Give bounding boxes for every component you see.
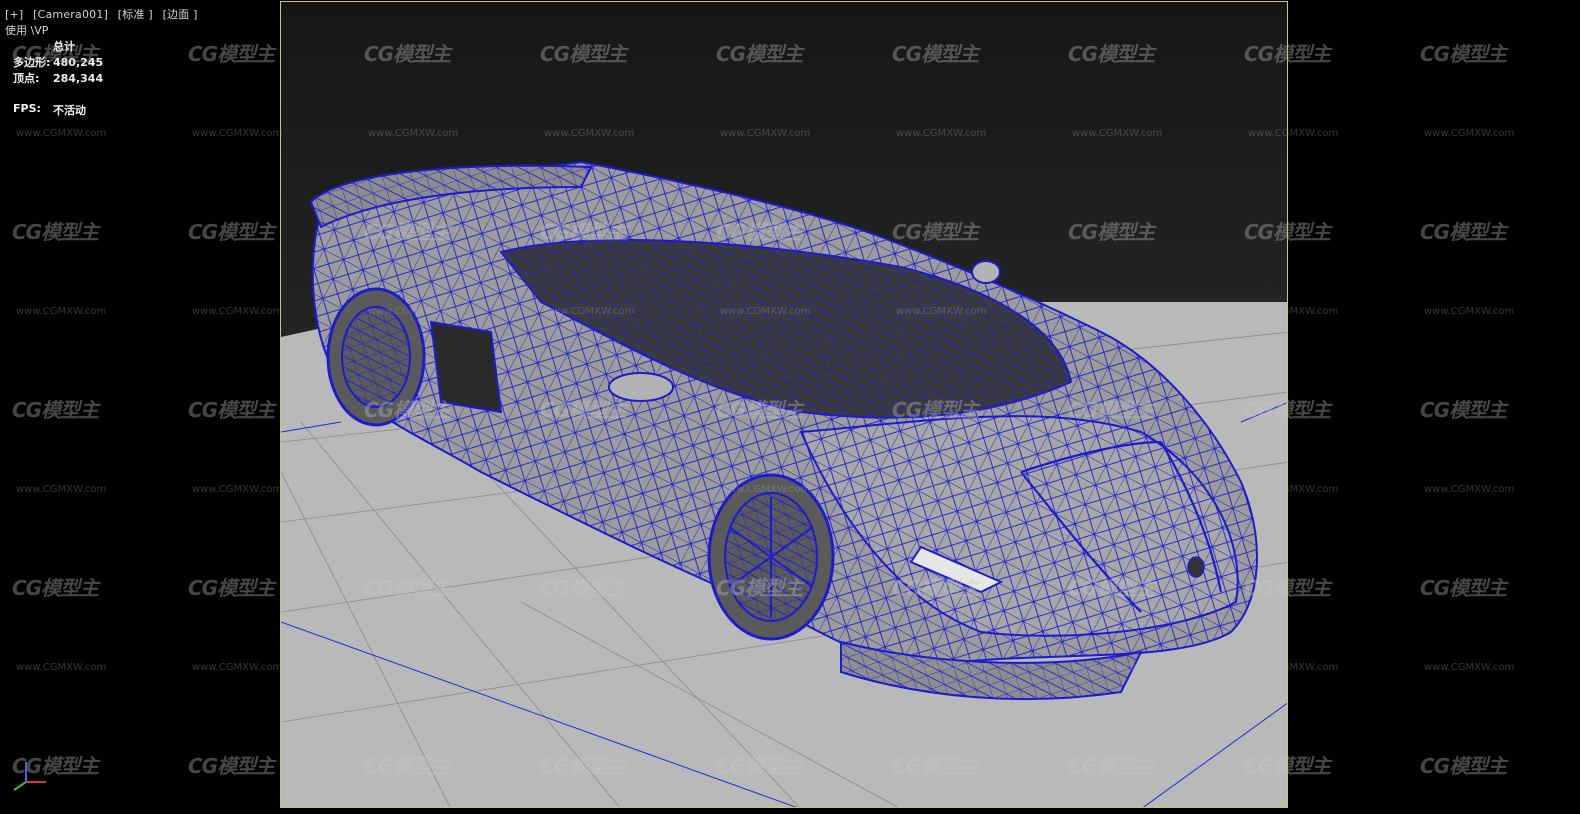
watermark-logo: CG模型主	[1420, 42, 1507, 66]
watermark-logo: CG模型主	[188, 42, 275, 66]
polys-label: 多边形:	[13, 56, 51, 69]
watermark-url: www.CGMXW.com	[16, 484, 107, 495]
watermark-url: www.CGMXW.com	[192, 306, 283, 317]
verts-value: 284,344	[53, 71, 104, 85]
watermark-url: www.CGMXW.com	[1424, 662, 1515, 673]
watermark-logo: CG模型主	[188, 754, 275, 778]
viewport-label-menu[interactable]: [+] [Camera001] [标准 ] [边面 ]	[5, 6, 204, 22]
viewport-edged-faces-menu[interactable]: [边面 ]	[163, 8, 198, 21]
watermark-url: www.CGMXW.com	[16, 662, 107, 673]
watermark-logo: CG模型主	[1420, 576, 1507, 600]
watermark-url: www.CGMXW.com	[16, 128, 107, 139]
watermark-url: www.CGMXW.com	[1424, 128, 1515, 139]
viewport-camera-menu[interactable]: [Camera001]	[33, 8, 108, 21]
verts-label: 顶点:	[13, 72, 40, 85]
viewport-general-menu[interactable]: [+]	[5, 8, 23, 21]
watermark-logo: CG模型主	[188, 576, 275, 600]
stats-header: 总计	[53, 40, 75, 53]
watermark-url: www.CGMXW.com	[192, 662, 283, 673]
polys-value: 480,245	[53, 55, 104, 69]
viewport-shading-menu[interactable]: [标准 ]	[118, 8, 153, 21]
axis-tripod-icon	[13, 762, 46, 791]
watermark-url: www.CGMXW.com	[1424, 484, 1515, 495]
nitrous-label: 使用 \VP	[5, 24, 49, 37]
watermark-url: www.CGMXW.com	[1424, 306, 1515, 317]
watermark-url: www.CGMXW.com	[16, 306, 107, 317]
watermark-logo: CG模型主	[188, 220, 275, 244]
3d-viewport[interactable]: [+] [Camera001] [标准 ] [边面 ] 使用 \VP 总计 多边…	[0, 0, 1580, 814]
fps-readout: FPS: 不活动	[13, 102, 86, 118]
fps-label: FPS:	[13, 102, 41, 115]
wireframe-car-render	[281, 2, 1287, 807]
camera-safe-frame	[280, 1, 1288, 808]
watermark-logo: CG模型主	[12, 398, 99, 422]
watermark-logo: CG模型主	[1420, 398, 1507, 422]
watermark-logo: CG模型主	[188, 398, 275, 422]
watermark-url: www.CGMXW.com	[192, 128, 283, 139]
watermark-logo: CG模型主	[12, 576, 99, 600]
statistics-panel: 总计 多边形: 480,245 顶点: 284,344	[13, 38, 103, 86]
watermark-url: www.CGMXW.com	[192, 484, 283, 495]
fps-value: 不活动	[53, 104, 86, 117]
watermark-logo: CG模型主	[1420, 220, 1507, 244]
watermark-logo: CG模型主	[12, 220, 99, 244]
watermark-logo: CG模型主	[1420, 754, 1507, 778]
